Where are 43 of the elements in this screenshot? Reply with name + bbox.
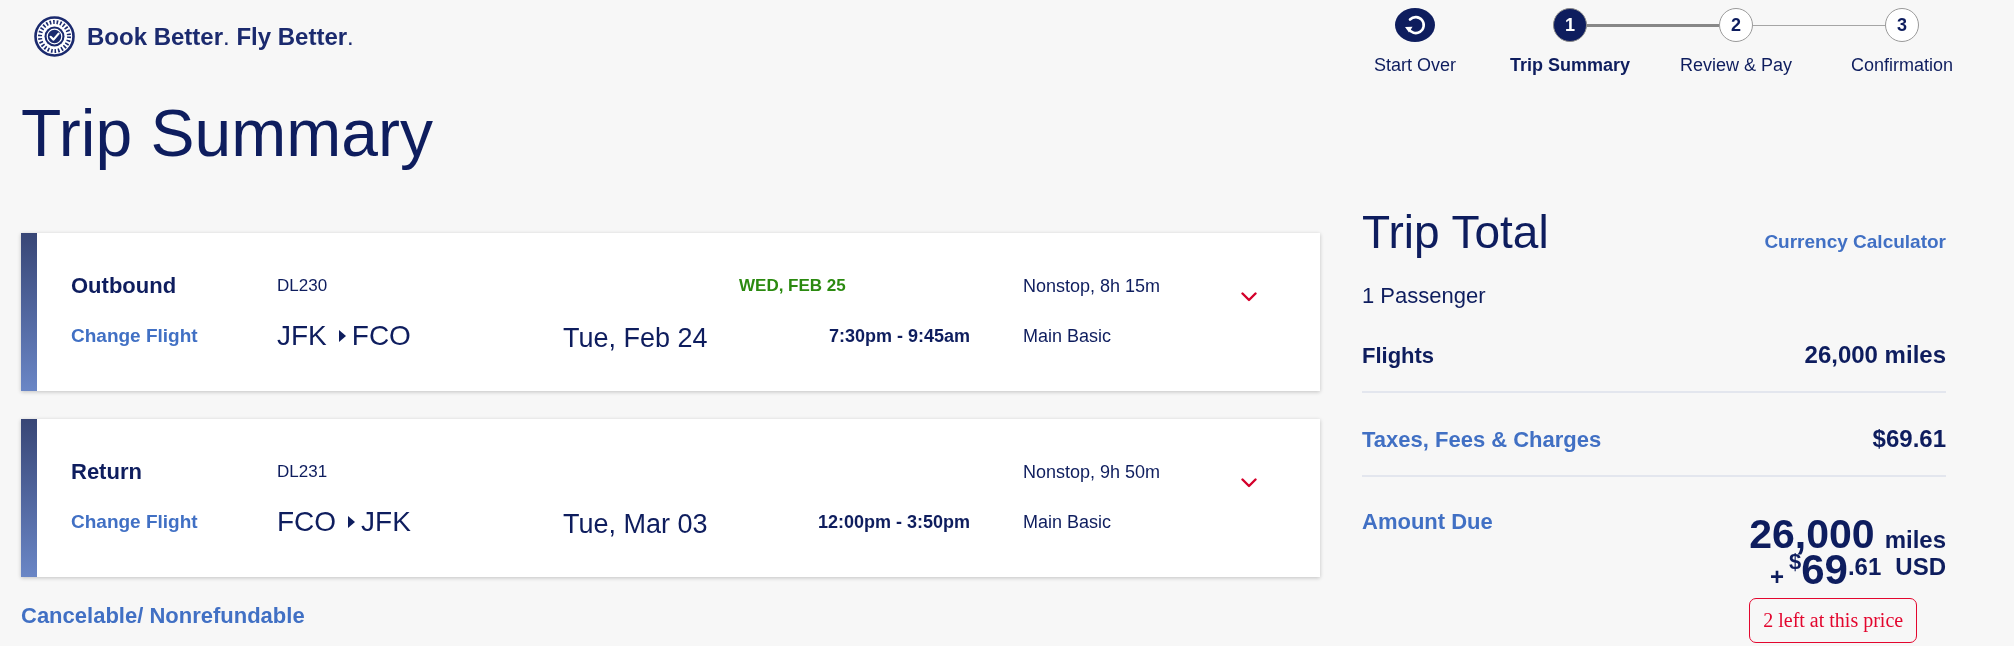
line-item-link[interactable]: Taxes, Fees & Charges [1362, 425, 1602, 455]
chevron-down-icon[interactable] [1241, 292, 1257, 302]
fare-class: Main Basic [1023, 511, 1113, 533]
passenger-count: 1 Passenger [1362, 283, 1487, 309]
direction-label: Return [71, 459, 143, 485]
seal-check-icon [34, 16, 75, 57]
arrival-date-note: WED, FEB 25 [739, 276, 847, 296]
flight-date: Tue, Feb 24 [563, 321, 709, 354]
fare-rules-link[interactable]: Cancelable/ Nonrefundable [21, 603, 305, 629]
flight-duration: Nonstop, 9h 50m [1023, 461, 1162, 483]
destination-airport: FCO [351, 320, 411, 352]
flight-number: DL230 [277, 276, 329, 296]
line-item-label: Flights [1362, 342, 1435, 370]
flight-number: DL231 [277, 462, 329, 482]
step-number: 2 [1719, 8, 1753, 42]
flight-date: Tue, Mar 03 [563, 507, 709, 540]
step-label: Trip Summary [1509, 54, 1630, 76]
currency-calculator-link[interactable]: Currency Calculator [1764, 231, 1946, 253]
destination-airport: JFK [361, 506, 411, 538]
flight-duration: Nonstop, 8h 15m [1023, 275, 1162, 297]
origin-airport: JFK [277, 320, 327, 352]
line-item-value: 26,000 miles [1804, 340, 1946, 370]
triangle-icon [348, 516, 356, 528]
triangle-icon [338, 330, 346, 342]
amount-miles: 26,000 miles [1749, 514, 1946, 555]
step-number: 1 [1553, 8, 1587, 42]
fare-class: Main Basic [1023, 325, 1113, 347]
availability-badge: 2 left at this price [1749, 598, 1918, 643]
change-flight-link[interactable]: Change Flight [71, 325, 277, 347]
start-over-button[interactable]: Start Over [1350, 8, 1480, 76]
brand-tagline: Book Better. Fly Better. [87, 22, 354, 51]
flight-times: 12:00pm - 3:50pm [817, 511, 970, 533]
step-number: 3 [1885, 8, 1919, 42]
step-label: Confirmation [1850, 54, 1953, 76]
amount-due-label: Amount Due [1362, 508, 1493, 536]
flight-times: 7:30pm - 9:45am [828, 325, 970, 347]
chevron-down-icon[interactable] [1241, 478, 1257, 488]
direction-label: Outbound [71, 273, 178, 299]
change-flight-link[interactable]: Change Flight [71, 511, 277, 533]
restart-icon [1395, 8, 1435, 42]
line-item-value: $69.61 [1872, 424, 1946, 454]
origin-airport: FCO [277, 506, 337, 538]
step-label: Review & Pay [1679, 54, 1792, 76]
